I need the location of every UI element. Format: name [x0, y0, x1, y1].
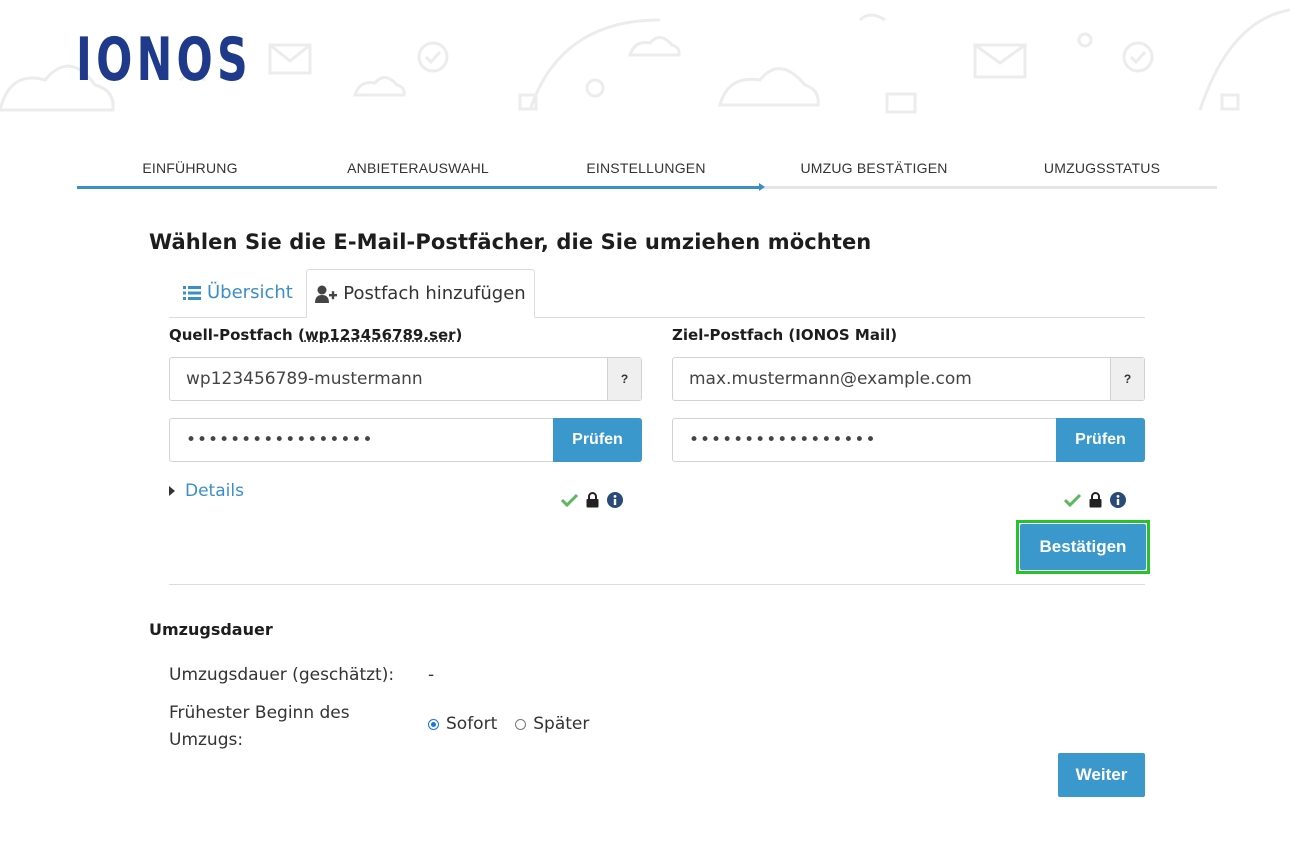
earliest-start-label: Frühester Beginn des Umzugs: — [169, 703, 350, 750]
step-provider-selection: ANBIETERAUSWAHL — [347, 160, 489, 176]
confirm-button[interactable]: Bestätigen — [1020, 524, 1146, 570]
info-icon[interactable] — [1110, 492, 1126, 508]
next-button[interactable]: Weiter — [1058, 753, 1145, 797]
lock-icon — [586, 492, 599, 508]
target-password-group: Prüfen — [672, 418, 1145, 462]
tab-overview-label: Übersicht — [207, 282, 293, 303]
tab-add-mailbox-label: Postfach hinzufügen — [343, 283, 526, 304]
step-settings: EINSTELLUNGEN — [586, 160, 706, 176]
target-check-button[interactable]: Prüfen — [1056, 418, 1145, 462]
start-options: Sofort Später — [428, 714, 607, 734]
check-icon — [1064, 493, 1081, 507]
target-mailbox-label: Ziel-Postfach (IONOS Mail) — [672, 326, 898, 344]
stepper-arrow-icon — [759, 183, 765, 191]
divider — [169, 584, 1145, 585]
tab-bar: Übersicht Postfach hinzufügen — [169, 269, 1145, 318]
add-user-icon — [315, 285, 338, 303]
step-confirm-migration: UMZUG BESTÄTIGEN — [800, 160, 948, 176]
details-label: Details — [185, 481, 244, 501]
source-username-group: ? — [169, 357, 642, 401]
list-icon — [183, 285, 201, 300]
target-status-icons — [1064, 492, 1126, 508]
step-introduction: EINFÜHRUNG — [142, 160, 238, 176]
ionos-logo[interactable]: IONOS — [76, 28, 256, 84]
svg-text:IONOS: IONOS — [76, 28, 252, 84]
start-now-radio[interactable] — [428, 718, 439, 730]
source-password-group: Prüfen — [169, 418, 642, 462]
progress-stepper: EINFÜHRUNG ANBIETERAUSWAHL EINSTELLUNGEN… — [77, 160, 1217, 192]
target-help-button[interactable]: ? — [1110, 358, 1144, 400]
source-password-input[interactable] — [170, 419, 553, 461]
target-password-input[interactable] — [673, 419, 1056, 461]
source-mailbox-label: Quell-Postfach (wp123456789.ser) — [169, 326, 463, 344]
source-username-input[interactable] — [170, 358, 607, 400]
source-help-button[interactable]: ? — [607, 358, 641, 400]
source-check-button[interactable]: Prüfen — [553, 418, 642, 462]
details-toggle[interactable]: Details — [169, 481, 244, 501]
duration-section-title: Umzugsdauer — [149, 620, 273, 639]
lock-icon — [1089, 492, 1102, 508]
page-title: Wählen Sie die E-Mail-Postfächer, die Si… — [149, 230, 872, 254]
target-email-group: ? — [672, 357, 1145, 401]
tab-overview[interactable]: Übersicht — [183, 269, 293, 316]
caret-right-icon — [169, 486, 175, 496]
stepper-progress-fill — [77, 186, 760, 189]
tab-add-mailbox[interactable]: Postfach hinzufügen — [306, 269, 535, 318]
info-icon[interactable] — [607, 492, 623, 508]
estimated-duration-value: - — [428, 665, 435, 685]
step-migration-status: UMZUGSSTATUS — [1043, 160, 1161, 176]
start-later-option[interactable]: Später — [515, 714, 589, 734]
estimated-duration-label: Umzugsdauer (geschätzt): — [169, 665, 395, 685]
source-host-abbreviation[interactable]: wp123456789.ser — [305, 326, 456, 344]
check-icon — [561, 493, 578, 507]
target-email-input[interactable] — [673, 358, 1110, 400]
start-later-radio[interactable] — [515, 718, 527, 730]
start-now-option[interactable]: Sofort — [428, 714, 497, 734]
source-status-icons — [561, 492, 623, 508]
